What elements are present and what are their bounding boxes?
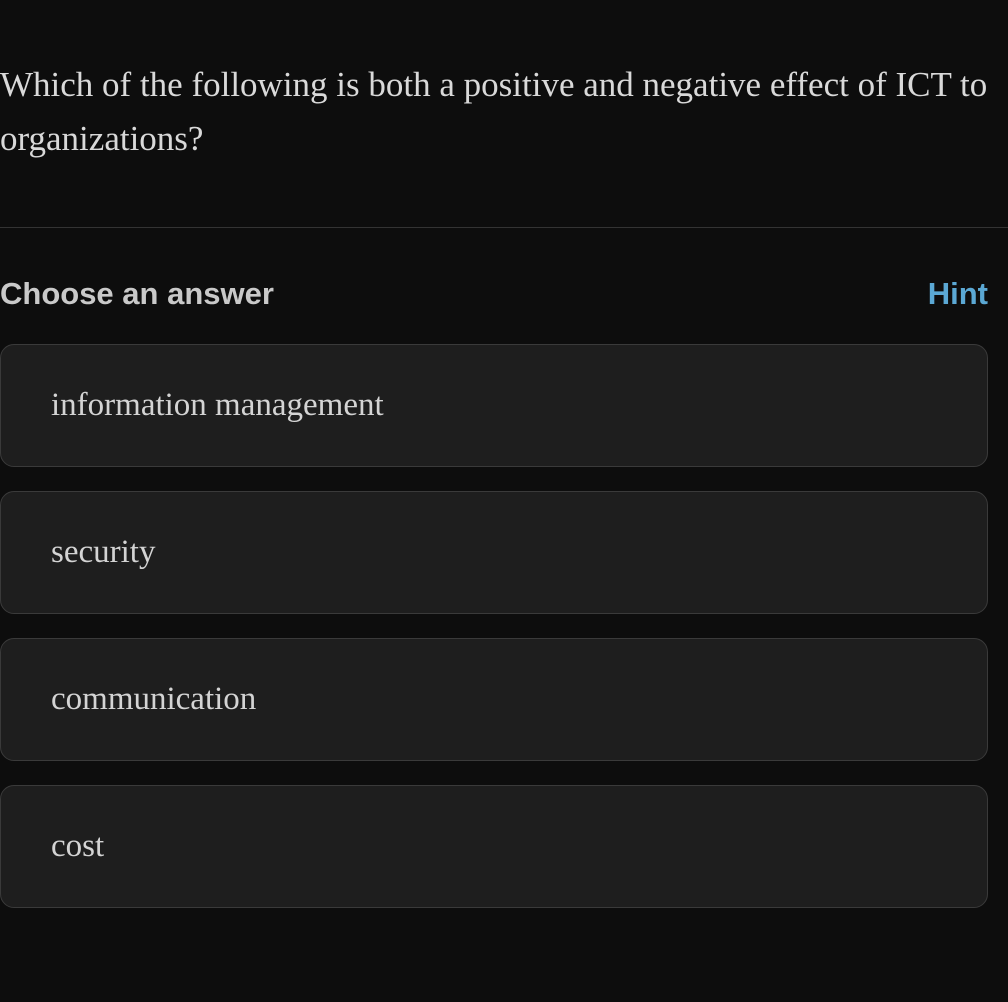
answer-option-2[interactable]: communication — [0, 638, 988, 761]
answers-container: information management security communic… — [0, 312, 1008, 908]
question-text: Which of the following is both a positiv… — [0, 0, 1008, 167]
answer-option-3[interactable]: cost — [0, 785, 988, 908]
answer-option-0[interactable]: information management — [0, 344, 988, 467]
answer-option-1[interactable]: security — [0, 491, 988, 614]
answer-header: Choose an answer Hint — [0, 228, 1008, 312]
hint-button[interactable]: Hint — [928, 276, 988, 312]
choose-answer-label: Choose an answer — [0, 276, 274, 312]
